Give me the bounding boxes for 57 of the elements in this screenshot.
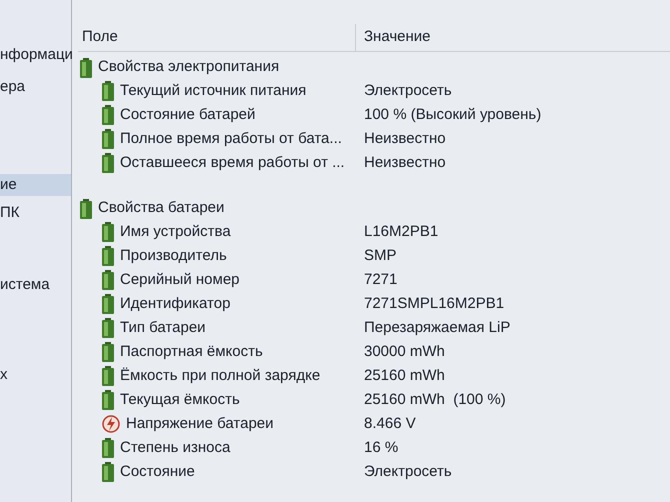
field-value: SMP [363,246,397,266]
battery-icon [102,342,114,362]
sidebar-item[interactable]: ера [0,76,71,98]
field-name: Производитель [120,246,227,266]
sidebar-item[interactable]: х [0,364,71,386]
battery-icon [102,81,114,101]
field-value: 16 % [363,438,398,458]
lightning-icon [102,415,120,433]
battery-icon [102,390,114,410]
sidebar-item[interactable]: ПК [0,202,71,224]
group-title[interactable]: Свойства электропитания [98,56,280,79]
field-name: Паспортная ёмкость [120,342,263,362]
field-name: Тип батареи [120,318,206,338]
battery-icon [102,462,114,482]
field-value: Неизвестно [363,152,446,173]
field-value: 100 % (Высокий уровень) [363,104,542,125]
field-name: Оставшееся время работы от ... [120,152,345,173]
field-value: Электросеть [363,462,452,482]
battery-icon [80,198,92,218]
battery-icon [102,294,114,314]
battery-icon [102,222,114,242]
column-header[interactable]: Значение [356,24,431,51]
battery-icon [102,153,114,173]
battery-icon [102,246,114,266]
battery-icon [102,318,114,338]
field-value: 30000 mWh [363,342,445,362]
battery-icon [80,58,92,78]
field-value: 7271 [363,270,398,290]
battery-icon [102,270,114,290]
battery-icon [102,438,114,458]
field-name: Степень износа [120,438,230,458]
sidebar-item[interactable]: истема [0,274,71,296]
field-value: Электросеть [363,80,452,101]
field-name: Имя устройства [120,222,231,242]
column-header[interactable]: Поле [78,24,356,51]
field-name: Ёмкость при полной зарядке [120,366,320,386]
field-name: Состояние батарей [120,104,256,125]
battery-icon [102,129,114,149]
field-value: L16M2PB1 [363,222,438,242]
battery-icon [102,366,114,386]
field-name: Текущая ёмкость [120,390,240,410]
field-value: Перезаряжаемая LiP [363,318,510,338]
field-name: Идентификатор [120,294,230,314]
sidebar-item[interactable]: нформаци [0,44,71,66]
field-name: Полное время работы от бата... [120,128,342,149]
field-name: Текущий источник питания [120,80,306,101]
field-value: Неизвестно [363,128,446,149]
field-name: Серийный номер [120,270,240,290]
field-value: 25160 mWh (100 %) [363,390,506,410]
field-value: 8.466 V [363,414,416,434]
group-title[interactable]: Свойства батареи [98,197,224,220]
field-value: 7271SMPL16M2PB1 [363,294,504,314]
field-value: 25160 mWh [363,366,445,386]
sidebar-item[interactable]: ие [0,174,71,196]
field-name: Состояние [120,462,195,482]
battery-icon [102,105,114,125]
field-name: Напряжение батареи [126,414,274,434]
